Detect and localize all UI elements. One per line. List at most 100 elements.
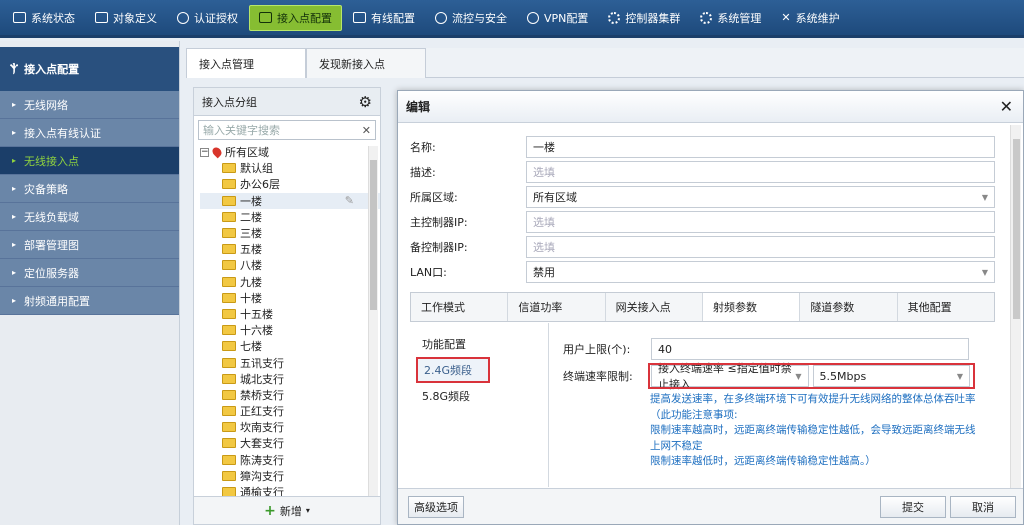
dialog-scrollbar[interactable]: [1010, 125, 1021, 489]
band-list: 功能配置 2.4G频段 5.8G频段: [416, 331, 490, 481]
tools-icon: ✕: [781, 11, 791, 24]
nav-system-management[interactable]: 系统管理: [691, 5, 770, 31]
ap-signal-icon: [259, 12, 272, 23]
scrollbar-thumb[interactable]: [370, 160, 377, 310]
monitor-icon: [13, 12, 26, 23]
lan-select[interactable]: 禁用 ▼: [526, 261, 995, 283]
gear-icon[interactable]: ⚙: [359, 93, 372, 111]
arrow-right-icon: ▸: [12, 296, 17, 305]
clear-icon[interactable]: ✕: [362, 124, 371, 137]
sidebar-item-wireless-network[interactable]: ▸ 无线网络: [0, 91, 179, 119]
folder-icon: [222, 357, 236, 368]
tree-scrollbar[interactable]: [368, 146, 378, 496]
sidebar-item-load-domain[interactable]: ▸ 无线负载域: [0, 203, 179, 231]
nav-vpn[interactable]: VPN配置: [518, 5, 597, 31]
tree-item[interactable]: 正红支行: [200, 403, 380, 419]
main-controller-ip-input[interactable]: 选填: [526, 211, 995, 233]
plus-icon: +: [264, 502, 276, 519]
tree-item[interactable]: 三楼: [200, 225, 380, 241]
tree-item[interactable]: 坎南支行: [200, 419, 380, 435]
tree-item[interactable]: 陈涛支行: [200, 452, 380, 468]
cancel-button[interactable]: 取消: [950, 496, 1016, 518]
folder-icon: [222, 308, 236, 319]
group-search-input[interactable]: 输入关键字搜索 ✕: [198, 120, 376, 140]
group-panel-header: 接入点分组 ⚙: [194, 88, 380, 116]
subtab-channel-power[interactable]: 信道功率: [508, 293, 606, 321]
tree-item[interactable]: 一楼 ✎: [200, 192, 380, 209]
tree-item[interactable]: 十六楼: [200, 322, 380, 338]
band-2-4g[interactable]: 2.4G频段: [416, 357, 490, 383]
collapse-icon[interactable]: −: [200, 147, 209, 157]
edit-icon[interactable]: ✎: [345, 194, 354, 207]
tree-root[interactable]: − 所有区域: [200, 144, 380, 160]
scrollbar-thumb[interactable]: [1013, 139, 1020, 319]
desc-input[interactable]: 选填: [526, 161, 995, 183]
config-subtabs: 工作模式 信道功率 网关接入点 射频参数 隧道参数 其他配置: [410, 292, 995, 322]
folder-icon: [222, 260, 236, 271]
tree-item[interactable]: 大套支行: [200, 435, 380, 451]
chevron-down-icon: ▾: [305, 506, 310, 515]
arrow-right-icon: ▸: [12, 128, 17, 137]
tree-item[interactable]: 城北支行: [200, 371, 380, 387]
add-group-button[interactable]: + 新增 ▾: [194, 496, 380, 524]
advanced-options-button[interactable]: 高级选项: [408, 496, 464, 518]
tree-item[interactable]: 五讯支行: [200, 354, 380, 370]
subtab-rf-params[interactable]: 射频参数: [702, 293, 801, 321]
user-limit-input[interactable]: 40: [651, 338, 969, 360]
dialog-header: 编辑 ✕: [398, 91, 1023, 123]
submit-button[interactable]: 提交: [880, 496, 946, 518]
subtab-tunnel-params[interactable]: 隧道参数: [800, 293, 898, 321]
tree-item[interactable]: 禁桥支行: [200, 387, 380, 403]
tree-item[interactable]: 五楼: [200, 241, 380, 257]
rate-limit-notes: 提高发送速率，在多终端环境下可有效提升无线网络的整体总体吞吐率 （此功能注意事项…: [650, 393, 976, 467]
folder-icon: [222, 276, 236, 287]
sidebar-item-location-server[interactable]: ▸ 定位服务器: [0, 259, 179, 287]
sidebar-item-disaster-policy[interactable]: ▸ 灾备策略: [0, 175, 179, 203]
cube-icon: [95, 12, 108, 23]
main-ip-row: 主控制器IP: 选填: [410, 211, 995, 233]
nav-flow-security[interactable]: 流控与安全: [426, 5, 516, 31]
sidebar-item-ap-wired-auth[interactable]: ▸ 接入点有线认证: [0, 119, 179, 147]
nav-system-status[interactable]: 系统状态: [4, 5, 84, 31]
sidebar-item-deploy-map[interactable]: ▸ 部署管理图: [0, 231, 179, 259]
group-tree: − 所有区域 默认组 办公6层 一楼 ✎ 二楼 三楼 五楼 八楼 九楼 十楼 十五楼 十六楼 七楼 五讯支行…: [194, 144, 380, 498]
arrow-right-icon: ▸: [12, 240, 17, 249]
tree-item[interactable]: 七楼: [200, 338, 380, 354]
tree-item[interactable]: 八楼: [200, 257, 380, 273]
tree-item[interactable]: 默认组: [200, 160, 380, 176]
nav-wired-config[interactable]: 有线配置: [344, 5, 424, 31]
nav-system-maintenance[interactable]: ✕ 系统维护: [772, 5, 848, 31]
nav-ap-config[interactable]: 接入点配置: [249, 4, 342, 31]
folder-icon: [222, 325, 236, 336]
folder-icon: [222, 228, 236, 239]
nav-controller-cluster[interactable]: 控制器集群: [599, 5, 689, 31]
backup-controller-ip-input[interactable]: 选填: [526, 236, 995, 258]
close-icon[interactable]: ✕: [1000, 97, 1013, 116]
gear-icon: [700, 11, 713, 24]
subtab-gateway-ap[interactable]: 网关接入点: [606, 293, 703, 321]
tree-item[interactable]: 二楼: [200, 209, 380, 225]
tree-item[interactable]: 十五楼: [200, 306, 380, 322]
nav-object-definition[interactable]: 对象定义: [86, 5, 166, 31]
subtab-work-mode[interactable]: 工作模式: [411, 293, 509, 321]
band-5-8g[interactable]: 5.8G频段: [416, 383, 490, 409]
top-navigation: 系统状态 对象定义 认证授权 接入点配置 有线配置 流控与安全 VPN配置 控制…: [0, 0, 1024, 38]
subtab-other-config[interactable]: 其他配置: [898, 293, 994, 321]
rate-limit-highlight: [648, 363, 975, 389]
folder-icon: [222, 454, 236, 465]
tree-item[interactable]: 獐沟支行: [200, 468, 380, 484]
sidebar-item-wireless-ap[interactable]: ▸ 无线接入点: [0, 147, 179, 175]
tab-ap-management[interactable]: 接入点管理: [186, 48, 306, 78]
nav-auth[interactable]: 认证授权: [168, 5, 247, 31]
tab-discover-ap[interactable]: 发现新接入点: [306, 48, 426, 78]
user-icon: [177, 11, 189, 24]
tree-item[interactable]: 十楼: [200, 290, 380, 306]
ap-group-panel: 接入点分组 ⚙ 输入关键字搜索 ✕ − 所有区域 默认组 办公6层 一楼 ✎ 二楼 三楼 五楼…: [193, 87, 381, 525]
sidebar-item-rf-common[interactable]: ▸ 射频通用配置: [0, 287, 179, 315]
tree-item[interactable]: 九楼: [200, 274, 380, 290]
content-tabs: 接入点管理 发现新接入点: [186, 48, 1024, 78]
area-select[interactable]: 所有区域 ▼: [526, 186, 995, 208]
tree-item[interactable]: 办公6层: [200, 176, 380, 192]
vpn-icon: [527, 11, 539, 24]
name-input[interactable]: 一楼: [526, 136, 995, 158]
